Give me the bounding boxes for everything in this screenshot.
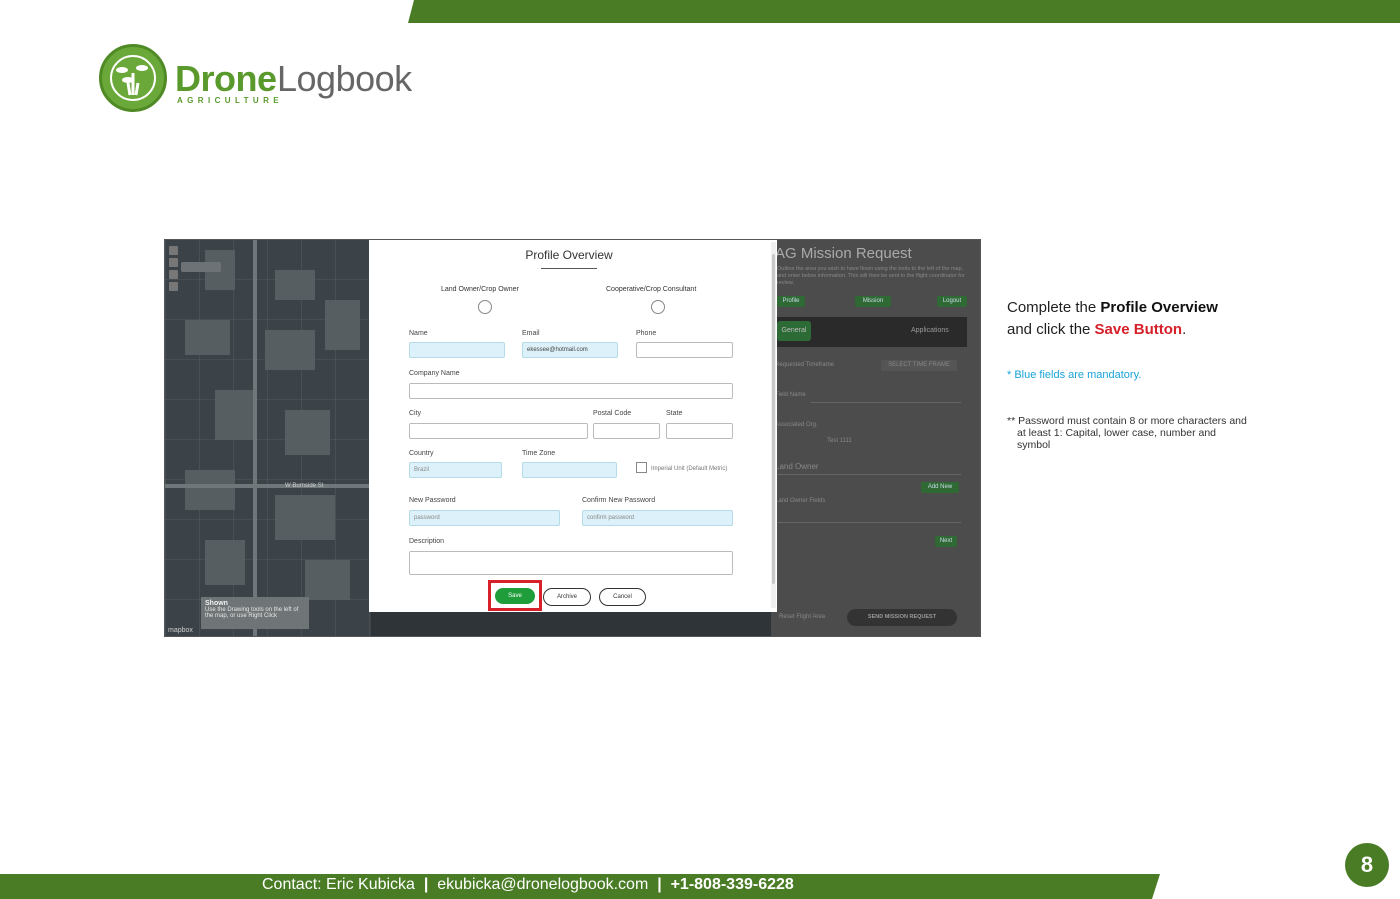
company-name-input[interactable] [409,383,733,399]
timezone-label: Time Zone [522,450,556,457]
mandatory-fields-note: * Blue fields are mandatory. [1007,369,1142,381]
postal-code-input[interactable] [593,423,660,439]
state-label: State [666,410,683,417]
logo-logbook-text: Logbook [277,58,412,99]
logout-button[interactable]: Logout [937,296,967,307]
map-search-box[interactable] [181,262,221,272]
email-label: Email [522,330,540,337]
save-button[interactable]: Save [495,588,535,604]
country-select[interactable]: Brazil [409,462,502,478]
page-number-badge: 8 [1345,843,1389,887]
select-timeframe-button[interactable]: SELECT TIME FRAME [881,360,957,371]
imperial-unit-label: Imperial Unit (Default Metric) [651,466,728,472]
instruction-suffix: . [1182,321,1187,338]
drone-leaf-icon [99,44,167,112]
dronelogbook-logo: Drone Logbook AGRICULTURE [99,44,429,116]
role-land-owner-label: Land Owner/Crop Owner [441,286,519,293]
phone-label: Phone [636,330,657,337]
description-label: Description [409,538,445,545]
logo-drone-text: Drone [175,58,277,99]
app-screenshot: W Burnside St Shown Use the Drawing tool… [164,239,981,637]
password-note-line-2: at least 1: Capital, lower case, number … [1017,427,1217,451]
archive-button[interactable]: Archive [543,588,591,606]
add-new-button[interactable]: Add New [921,482,959,493]
confirm-password-label: Confirm New Password [582,497,656,504]
panel-title: AG Mission Request [775,245,912,262]
state-input[interactable] [666,423,733,439]
map-draw-toolbar[interactable] [169,246,179,294]
name-input[interactable] [409,342,505,358]
tab-applications[interactable]: Applications [911,327,949,334]
mission-button[interactable]: Mission [855,296,891,307]
profile-button[interactable]: Profile [777,296,805,307]
description-textarea[interactable] [409,551,733,575]
field-name-line [811,402,961,403]
send-mission-request-button[interactable]: SEND MISSION REQUEST [847,609,957,626]
confirm-password-input[interactable]: confirm password [582,510,733,526]
contact-phone[interactable]: +1-808-339-6228 [671,876,794,893]
password-note-line-1: ** Password must contain 8 or more chara… [1007,415,1247,427]
instruction-text: Complete the Profile Overview and click … [1007,297,1218,341]
satellite-map[interactable]: W Burnside St Shown Use the Drawing tool… [165,240,371,636]
logo-tagline: AGRICULTURE [177,96,284,105]
new-password-input[interactable]: password [409,510,560,526]
scroll-thumb[interactable] [772,254,775,584]
contact-email[interactable]: ekubicka@dronelogbook.com [437,876,648,893]
city-label: City [409,410,422,417]
instruction-save-button: Save Button [1094,321,1183,338]
timeframe-label: Requested Timeframe [775,362,835,368]
footer-contact: Contact: Eric Kubicka | ekubicka@dronelo… [262,875,794,895]
land-owner-line [775,474,961,475]
contact-name: Contact: Eric Kubicka [262,876,415,893]
land-owner-fields-line [775,522,961,523]
mapbox-logo: mapbox [168,627,193,634]
map-tip-text: Use the Drawing tools on the left of the… [205,607,299,619]
modal-scrollbar[interactable] [771,242,776,608]
country-label: Country [409,450,434,457]
map-tool-icon[interactable] [169,246,178,255]
name-label: Name [409,330,428,337]
instruction-prefix-1: Complete the [1007,299,1101,316]
associated-org-label: Associated Org. [775,422,818,428]
role-land-owner-radio[interactable] [478,300,492,314]
role-cooperative-label: Cooperative/Crop Consultant [606,286,697,293]
imperial-unit-checkbox[interactable] [636,462,647,473]
mission-request-panel: AG Mission Request Outline the area you … [771,240,980,636]
profile-overview-modal: Profile Overview Land Owner/Crop Owner C… [369,240,777,612]
role-cooperative-radio[interactable] [651,300,665,314]
email-input[interactable]: ekessee@hotmail.com [522,342,618,358]
cancel-button[interactable]: Cancel [599,588,646,606]
password-requirements-note: ** Password must contain 8 or more chara… [1007,415,1247,451]
map-tool-icon[interactable] [169,258,178,267]
phone-input[interactable] [636,342,733,358]
associated-org-value: Test 1111 [827,438,852,444]
new-password-label: New Password [409,497,456,504]
reset-flight-area-link[interactable]: Reset Flight Area [779,614,825,620]
company-name-label: Company Name [409,370,460,377]
city-input[interactable] [409,423,588,439]
tab-general[interactable]: General [777,321,811,341]
next-button[interactable]: Next [935,536,957,547]
top-accent-bar [408,0,1400,23]
map-help-tip: Shown Use the Drawing tools on the left … [201,597,309,629]
modal-title: Profile Overview [525,248,613,262]
panel-tabs: General Applications [777,317,967,347]
instruction-prefix-2: and click the [1007,321,1095,338]
street-label: W Burnside St [285,483,324,489]
instruction-profile-overview: Profile Overview [1100,299,1218,316]
map-tool-icon[interactable] [169,270,178,279]
map-tip-title: Shown [205,600,228,607]
panel-description: Outline the area you wish to have flown … [777,266,965,286]
land-owner-fields-label: Land Owner Fields [775,498,826,504]
land-owner-label: Land Owner [775,462,819,471]
postal-code-label: Postal Code [593,410,632,417]
field-name-label: Field Name [775,392,806,398]
timezone-select[interactable] [522,462,617,478]
title-underline [541,268,597,269]
map-tool-icon[interactable] [169,282,178,291]
